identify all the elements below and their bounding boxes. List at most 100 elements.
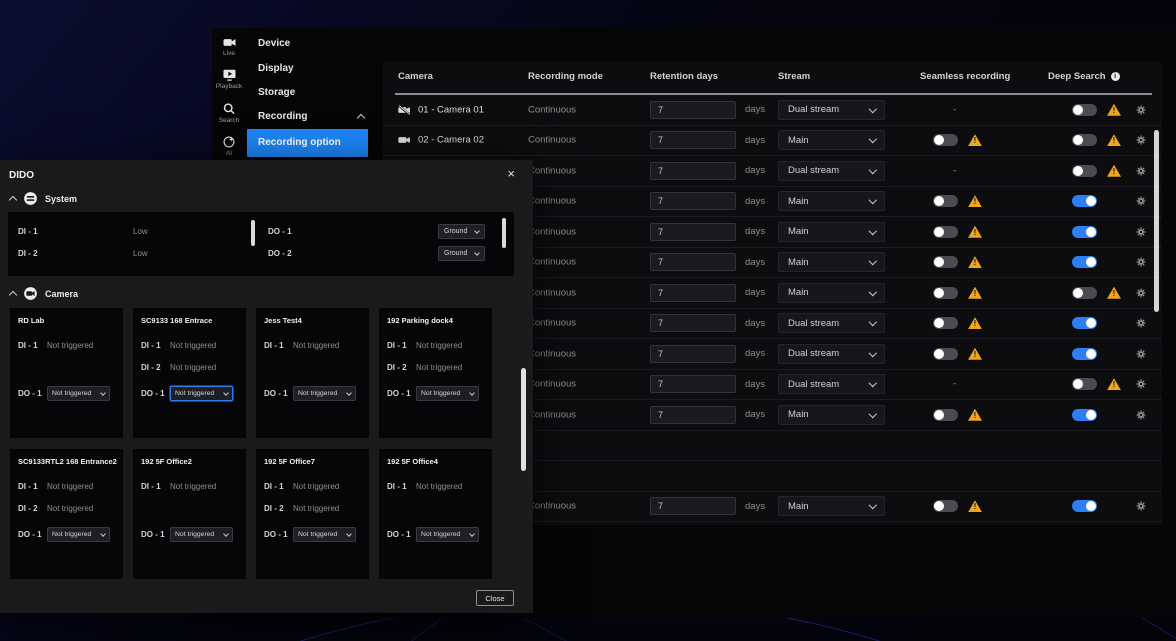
seamless-toggle[interactable] [933,134,958,146]
retention-days-input[interactable] [650,101,736,119]
stream-select[interactable]: Main [778,496,885,516]
dialog-scrollbar-thumb[interactable] [521,368,526,471]
seamless-toggle[interactable] [933,195,958,207]
retention-days-input[interactable] [650,253,736,271]
do-select[interactable]: Not triggered [47,527,110,542]
camera-section-header: Camera [10,286,78,301]
nav-item-live[interactable]: Live [212,36,246,66]
seamless-toggle[interactable] [933,287,958,299]
do-select[interactable]: Not triggered [170,527,233,542]
retention-days-input[interactable] [650,406,736,424]
do-select[interactable]: Ground [438,246,485,261]
menu-item-display[interactable]: Display [246,57,380,81]
camera-settings-gear-icon[interactable] [1136,257,1146,267]
retention-days-input[interactable] [650,314,736,332]
seamless-toggle[interactable] [933,409,958,421]
retention-days-input[interactable] [650,497,736,515]
camera-settings-gear-icon[interactable] [1136,318,1146,328]
menu-item-recording[interactable]: Recording [246,105,380,129]
deep-search-toggle[interactable] [1072,134,1097,146]
retention-days-input[interactable] [650,192,736,210]
retention-days-input[interactable] [650,375,736,393]
deep-search-toggle[interactable] [1072,378,1097,390]
deep-search-cell [1072,287,1121,299]
table-scrollbar[interactable] [1154,90,1159,520]
warning-icon [968,226,982,238]
menu-item-device[interactable]: Device [246,32,380,56]
do-select[interactable]: Not triggered [293,386,356,401]
stream-select[interactable]: Dual stream [778,344,885,364]
camera-cell: 02 - Camera 02 [398,135,484,146]
live-camera-icon [222,36,237,49]
stream-select[interactable]: Main [778,283,885,303]
do-select[interactable]: Not triggered [170,386,233,401]
deep-search-toggle[interactable] [1072,165,1097,177]
seamless-toggle[interactable] [933,500,958,512]
stream-select[interactable]: Dual stream [778,161,885,181]
stream-select[interactable]: Main [778,191,885,211]
table-scrollbar-thumb[interactable] [1154,130,1159,312]
camera-settings-gear-icon[interactable] [1136,196,1146,206]
camera-settings-gear-icon[interactable] [1136,166,1146,176]
camera-settings-gear-icon[interactable] [1136,410,1146,420]
retention-days-input[interactable] [650,131,736,149]
stream-select-value: Dual stream [788,104,839,115]
camera-settings-gear-icon[interactable] [1136,379,1146,389]
camera-settings-gear-icon[interactable] [1136,501,1146,511]
close-icon[interactable]: × [507,166,515,182]
stream-select[interactable]: Dual stream [778,313,885,333]
deep-search-toggle[interactable] [1072,226,1097,238]
stream-select[interactable]: Dual stream [778,374,885,394]
seamless-cell [933,256,982,268]
nav-item-playback[interactable]: Playback [212,68,246,98]
deep-search-toggle[interactable] [1072,195,1097,207]
warning-icon [1107,287,1121,299]
camera-settings-gear-icon[interactable] [1136,227,1146,237]
seamless-toggle[interactable] [933,348,958,360]
deep-search-toggle[interactable] [1072,287,1097,299]
seamless-toggle[interactable] [933,226,958,238]
deep-search-toggle[interactable] [1072,409,1097,421]
collapse-chevron-icon[interactable] [9,196,17,204]
stream-select[interactable]: Main [778,405,885,425]
di-list-scrollbar-thumb[interactable] [251,220,255,246]
di-label: DI - 1 [18,482,38,491]
camera-settings-gear-icon[interactable] [1136,105,1146,115]
retention-days-input[interactable] [650,345,736,363]
retention-days-input[interactable] [650,284,736,302]
chevron-down-icon [868,348,876,356]
deep-search-cell [1072,500,1097,512]
collapse-chevron-icon[interactable] [9,291,17,299]
deep-search-toggle[interactable] [1072,256,1097,268]
do-select[interactable]: Not triggered [293,527,356,542]
camera-settings-gear-icon[interactable] [1136,349,1146,359]
retention-days-input[interactable] [650,162,736,180]
stream-cell: Main [778,405,885,425]
camera-settings-gear-icon[interactable] [1136,288,1146,298]
deep-search-toggle[interactable] [1072,317,1097,329]
deep-search-toggle[interactable] [1072,348,1097,360]
close-button[interactable]: Close [476,590,514,606]
do-select[interactable]: Not triggered [416,527,479,542]
info-icon[interactable]: i [1111,72,1120,81]
deep-search-toggle[interactable] [1072,104,1097,116]
deep-search-toggle[interactable] [1072,500,1097,512]
seamless-toggle[interactable] [933,256,958,268]
menu-item-storage[interactable]: Storage [246,81,380,105]
seamless-toggle[interactable] [933,317,958,329]
menu-item-recording-option-active[interactable]: Recording option [247,129,368,157]
stream-select[interactable]: Dual stream [778,100,885,120]
stream-select[interactable]: Main [778,252,885,272]
do-select[interactable]: Ground [438,224,485,239]
do-label: DO - 1 [18,389,42,398]
stream-select[interactable]: Main [778,130,885,150]
do-select[interactable]: Not triggered [416,386,479,401]
do-list-scrollbar-thumb[interactable] [502,218,506,248]
do-select-value: Not triggered [421,390,460,397]
do-select[interactable]: Not triggered [47,386,110,401]
stream-select[interactable]: Main [778,222,885,242]
retention-days-input[interactable] [650,223,736,241]
chevron-down-icon [474,228,480,234]
camera-settings-gear-icon[interactable] [1136,135,1146,145]
nav-item-search[interactable]: Search [212,102,246,132]
